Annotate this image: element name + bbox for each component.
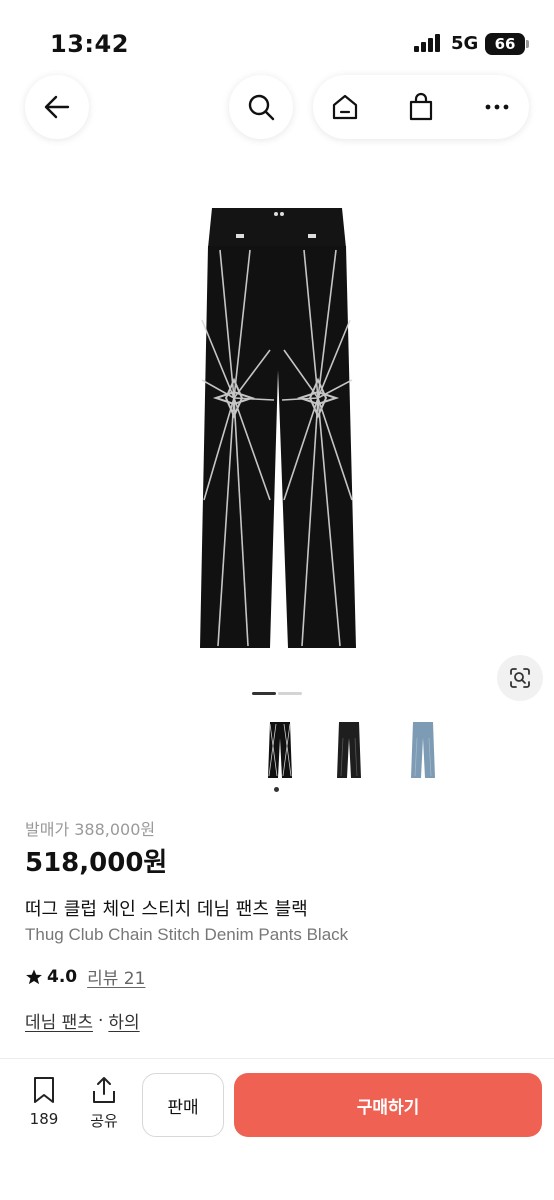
thumbnail-2[interactable] [331, 718, 367, 780]
category-breadcrumb: 데님 팬츠 · 하의 [25, 1008, 140, 1034]
rating-row: 4.0 리뷰 21 [25, 964, 145, 989]
back-button[interactable] [25, 75, 89, 139]
home-icon [332, 94, 358, 120]
search-icon [248, 94, 275, 121]
status-bar: 13:42 5G 66 [0, 0, 554, 80]
back-arrow-icon [44, 95, 70, 119]
thumbnail-image [411, 722, 435, 778]
sell-button[interactable]: 판매 [142, 1073, 224, 1137]
bookmark-button[interactable]: 189 [22, 1075, 66, 1128]
buy-button[interactable]: 구매하기 [234, 1073, 542, 1137]
thumbnail-image [337, 722, 361, 778]
category-separator: · [97, 1010, 104, 1031]
thumbnail-selected-dot [274, 787, 279, 792]
share-label: 공유 [90, 1112, 118, 1130]
home-button[interactable] [315, 75, 375, 139]
product-title-ko: 떠그 클럽 체인 스티치 데님 팬츠 블랙 [25, 899, 308, 920]
bookmark-icon [34, 1077, 54, 1103]
rating-value: 4.0 [47, 966, 78, 987]
thumbnail-image [268, 722, 292, 778]
gallery-page-indicator [278, 692, 302, 695]
status-time: 13:42 [50, 30, 129, 58]
visual-search-icon [510, 668, 530, 688]
pants-illustration [200, 208, 356, 648]
review-link[interactable]: 리뷰 21 [87, 964, 145, 989]
shopping-bag-icon [409, 92, 433, 121]
category-link-denim-pants[interactable]: 데님 팬츠 [25, 1008, 93, 1033]
category-link-bottoms[interactable]: 하의 [108, 1008, 139, 1033]
original-price: 발매가 388,000원 [25, 820, 156, 839]
product-title-en: Thug Club Chain Stitch Denim Pants Black [25, 925, 349, 944]
star-icon [26, 969, 42, 984]
share-button[interactable]: 공유 [82, 1075, 126, 1131]
battery-cap [526, 40, 529, 48]
battery-icon: 66 [485, 33, 525, 55]
price: 518,000원 [25, 848, 168, 878]
visual-search-button[interactable] [497, 655, 543, 701]
more-icon [485, 104, 509, 110]
signal-icon [414, 34, 444, 52]
nav-button-group [313, 75, 529, 139]
share-icon [93, 1077, 115, 1103]
thumbnail-1[interactable] [262, 718, 298, 780]
bottom-bar-divider [0, 1058, 554, 1059]
cart-button[interactable] [391, 75, 451, 139]
thumbnail-3[interactable] [405, 718, 441, 780]
bookmark-count: 189 [29, 1110, 59, 1128]
network-label: 5G [451, 33, 479, 54]
product-image[interactable] [190, 200, 364, 652]
more-button[interactable] [467, 75, 527, 139]
search-button[interactable] [229, 75, 293, 139]
gallery-page-indicator-active [252, 692, 276, 695]
